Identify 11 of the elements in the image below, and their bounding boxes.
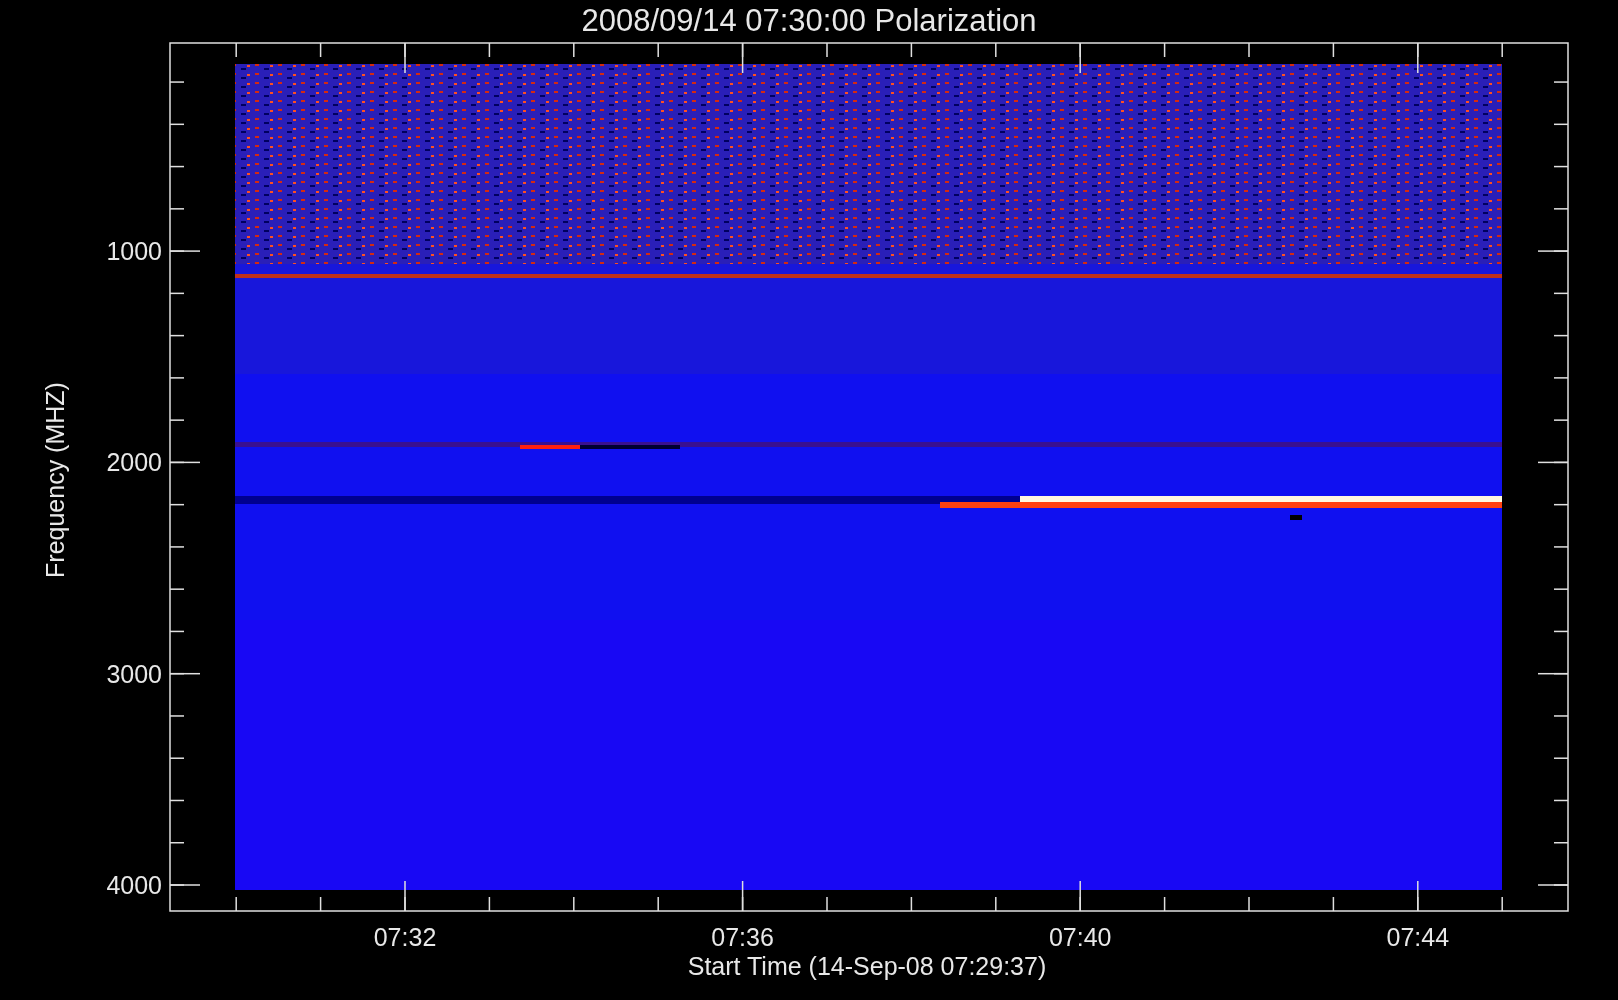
x-tick-label: 07:40 [1048, 923, 1112, 951]
x-tick-label: 07:36 [711, 923, 774, 951]
y-axis-label: Frequency (MHZ) [41, 382, 69, 578]
y-tick-label: 2000 [106, 448, 162, 477]
y-tick-label: 3000 [106, 659, 162, 688]
y-tick-label: 1000 [106, 237, 162, 266]
y-tick-label: 4000 [106, 871, 162, 899]
x-axis-label: Start Time (14-Sep-08 07:29:37) [687, 952, 1047, 980]
x-tick-label: 07:32 [373, 923, 437, 951]
x-tick-label: 07:44 [1386, 923, 1450, 951]
chart-title: 2008/09/14 07:30:00 Polarization [581, 3, 1037, 38]
